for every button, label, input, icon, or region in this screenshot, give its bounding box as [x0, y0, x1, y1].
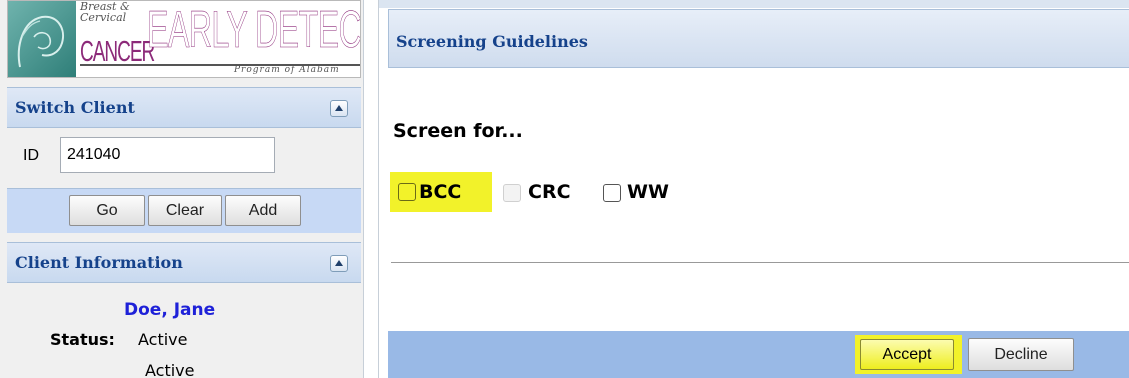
ww-label[interactable]: WW	[627, 181, 669, 203]
logo-program-text: Program of Alabam	[234, 65, 340, 75]
bcc-checkbox[interactable]	[398, 183, 416, 201]
crc-checkbox	[503, 184, 521, 202]
bcc-label[interactable]: BCC	[419, 181, 461, 203]
crc-label: CRC	[528, 181, 571, 203]
go-button[interactable]: Go	[69, 195, 145, 226]
logo-subtitle: Breast & Cervical	[80, 0, 130, 24]
program-logo: Breast & Cervical CANCER EARLY DETECTION…	[7, 0, 361, 78]
accept-button-highlight: Accept	[855, 335, 962, 374]
status-label: Status:	[50, 330, 115, 349]
logo-main-text: EARLY DETECTION	[147, 1, 361, 59]
switch-client-header: Switch Client	[7, 87, 361, 128]
screening-panel: Screening Guidelines Screen for... BCC C…	[378, 0, 1129, 378]
collapse-up-icon[interactable]	[330, 255, 348, 272]
screening-guidelines-title: Screening Guidelines	[396, 32, 588, 51]
status-value: Active	[138, 330, 188, 349]
client-information-header: Client Information	[7, 242, 361, 283]
section-divider	[391, 262, 1129, 263]
client-name-link[interactable]: Doe, Jane	[124, 300, 215, 320]
switch-client-title: Switch Client	[15, 98, 135, 117]
client-id-input[interactable]	[60, 137, 275, 173]
bcc-option-highlight[interactable]: BCC	[390, 172, 492, 212]
screen-for-prompt: Screen for...	[393, 120, 523, 142]
add-button[interactable]: Add	[225, 195, 301, 226]
accept-button[interactable]: Accept	[860, 339, 954, 370]
status-value-secondary: Active	[145, 361, 195, 378]
clear-button[interactable]: Clear	[148, 195, 222, 226]
switch-client-button-row: Go Clear Add	[7, 188, 361, 233]
ww-checkbox[interactable]	[603, 184, 621, 202]
action-bar: Accept Decline	[388, 331, 1129, 378]
decline-button[interactable]: Decline	[968, 338, 1074, 371]
client-information-title: Client Information	[15, 253, 183, 272]
left-sidebar: Breast & Cervical CANCER EARLY DETECTION…	[0, 0, 364, 378]
panel-top-strip	[379, 0, 1129, 8]
client-id-label: ID	[23, 147, 39, 164]
collapse-up-icon[interactable]	[330, 100, 348, 117]
screening-guidelines-header: Screening Guidelines	[388, 9, 1129, 68]
logo-portrait-icon	[8, 1, 76, 77]
